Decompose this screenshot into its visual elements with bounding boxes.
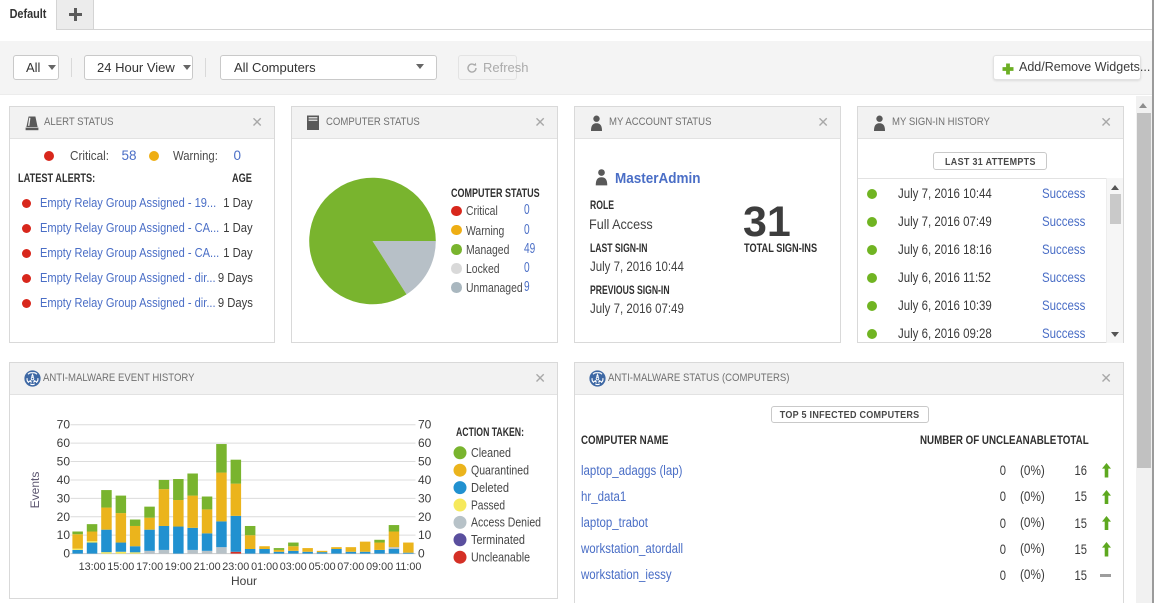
svg-text:20: 20 (57, 510, 71, 524)
svg-text:30: 30 (418, 491, 432, 505)
svg-text:60: 60 (57, 436, 71, 450)
svg-text:07:00: 07:00 (337, 561, 364, 573)
svg-text:Hour: Hour (231, 574, 257, 588)
svg-text:05:00: 05:00 (309, 561, 336, 573)
svg-text:23:00: 23:00 (222, 561, 249, 573)
svg-text:Deleted: Deleted (471, 481, 509, 495)
svg-text:20: 20 (418, 510, 432, 524)
svg-text:0: 0 (418, 547, 425, 561)
svg-text:11:00: 11:00 (395, 561, 421, 573)
svg-text:0: 0 (63, 547, 70, 561)
svg-text:70: 70 (418, 418, 432, 432)
svg-text:Cleaned: Cleaned (471, 446, 511, 460)
svg-text:21:00: 21:00 (194, 561, 221, 573)
svg-text:10: 10 (418, 528, 432, 542)
svg-text:Terminated: Terminated (471, 533, 525, 547)
svg-text:01:00: 01:00 (251, 561, 278, 573)
svg-text:Quarantined: Quarantined (471, 464, 529, 478)
svg-text:09:00: 09:00 (366, 561, 393, 573)
svg-text:15:00: 15:00 (107, 561, 134, 573)
svg-text:60: 60 (418, 436, 432, 450)
svg-text:50: 50 (57, 455, 71, 469)
svg-text:30: 30 (57, 491, 71, 505)
svg-text:10: 10 (57, 528, 71, 542)
svg-text:17:00: 17:00 (136, 561, 163, 573)
svg-text:03:00: 03:00 (280, 561, 307, 573)
svg-text:50: 50 (418, 455, 432, 469)
svg-text:Events: Events (28, 472, 42, 509)
svg-text:19:00: 19:00 (165, 561, 192, 573)
svg-text:70: 70 (57, 418, 71, 432)
svg-text:40: 40 (418, 473, 432, 487)
svg-text:Passed: Passed (471, 498, 505, 512)
svg-text:Uncleanable: Uncleanable (471, 551, 530, 565)
svg-text:Access Denied: Access Denied (471, 516, 541, 530)
svg-text:13:00: 13:00 (79, 561, 106, 573)
svg-text:ACTION TAKEN:: ACTION TAKEN: (456, 427, 524, 439)
svg-text:40: 40 (57, 473, 71, 487)
